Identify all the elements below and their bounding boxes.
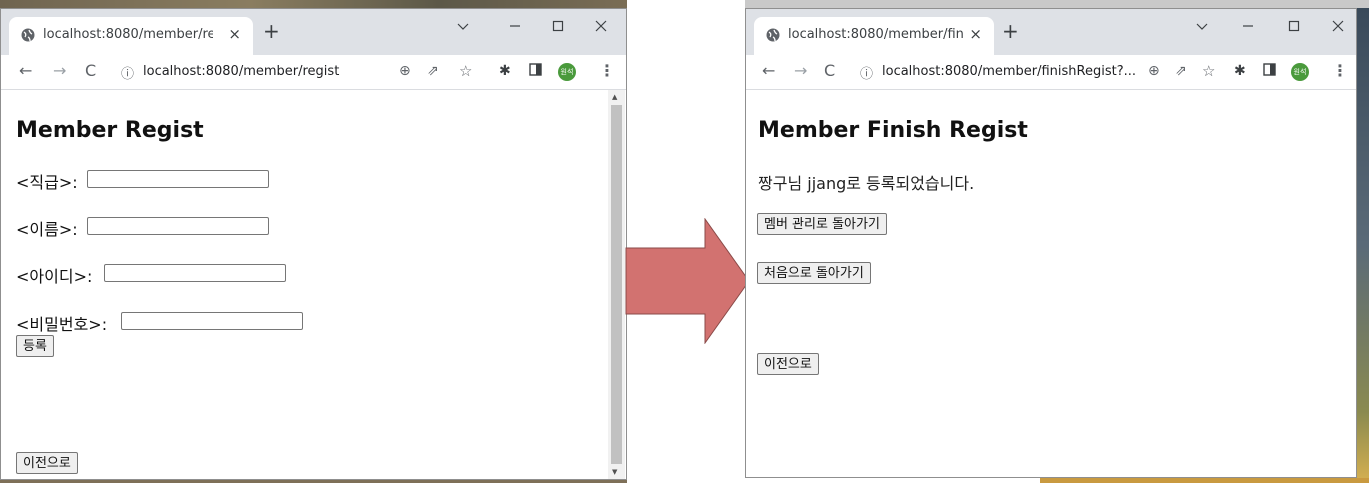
browser-window-regist: localhost:8080/member/regist × + ← → C ⓘ… — [0, 8, 627, 480]
plus-icon[interactable]: + — [263, 21, 280, 41]
tab-strip: localhost:8080/member/regist × + — [1, 9, 626, 55]
rank-label: <직급>: — [16, 173, 78, 192]
back-button[interactable]: 이전으로 — [757, 353, 819, 375]
scroll-thumb[interactable] — [611, 105, 622, 464]
tab-title: localhost:8080/member/regist — [43, 27, 213, 42]
minimize-icon[interactable] — [1242, 17, 1254, 36]
reload-icon[interactable]: C — [85, 62, 96, 80]
side-panel-icon[interactable] — [1263, 62, 1276, 80]
reload-icon[interactable]: C — [824, 62, 835, 80]
globe-icon — [766, 28, 780, 42]
share-icon[interactable]: ⇗ — [427, 62, 439, 80]
side-panel-icon[interactable] — [529, 62, 542, 80]
globe-icon — [21, 28, 35, 42]
close-icon[interactable] — [595, 17, 607, 36]
vertical-scrollbar[interactable]: ▲ ▼ — [608, 90, 625, 479]
info-icon[interactable]: ⓘ — [860, 63, 873, 82]
back-arrow-icon[interactable]: ← — [19, 62, 32, 80]
chevron-down-icon[interactable] — [457, 17, 469, 36]
registration-message: 짱구님 jjang로 등록되었습니다. — [758, 174, 975, 193]
url-text: localhost:8080/member/finishRegist?... — [882, 64, 1137, 79]
page-content: Member Regist <직급>: <이름>: <아이디>: <비밀번호>:… — [1, 90, 626, 479]
id-input[interactable] — [104, 264, 286, 282]
chevron-down-icon[interactable] — [1196, 17, 1208, 36]
forward-arrow-icon[interactable]: → — [794, 62, 807, 80]
info-icon[interactable]: ⓘ — [121, 63, 134, 82]
share-icon[interactable]: ⇗ — [1175, 62, 1187, 80]
menu-icon[interactable]: ⋮ — [1332, 62, 1348, 80]
browser-window-finish-regist: localhost:8080/member/finishRe × + ← → C… — [745, 8, 1357, 478]
maximize-icon[interactable] — [552, 17, 564, 36]
minimize-icon[interactable] — [509, 17, 521, 36]
name-input[interactable] — [87, 217, 269, 235]
browser-tab[interactable]: localhost:8080/member/finishRe × — [754, 17, 994, 55]
browser-toolbar: ← → C ⓘ localhost:8080/member/regist ⊕ ⇗… — [1, 55, 626, 90]
plus-icon[interactable]: + — [1002, 21, 1019, 41]
browser-tab[interactable]: localhost:8080/member/regist × — [9, 17, 253, 55]
password-label: <비밀번호>: — [16, 315, 108, 334]
browser-toolbar: ← → C ⓘ localhost:8080/member/finishRegi… — [746, 55, 1356, 90]
maximize-icon[interactable] — [1288, 17, 1300, 36]
desktop-background — [1357, 8, 1369, 483]
scroll-down-icon[interactable]: ▼ — [612, 468, 617, 476]
zoom-icon[interactable]: ⊕ — [1148, 62, 1160, 80]
close-icon[interactable]: × — [969, 25, 982, 43]
address-bar[interactable]: ⓘ localhost:8080/member/finishRegist?... — [850, 59, 1140, 85]
id-label: <아이디>: — [16, 267, 93, 286]
page-title: Member Finish Regist — [758, 118, 1028, 143]
url-text: localhost:8080/member/regist — [143, 64, 340, 79]
desktop-background — [1040, 478, 1369, 483]
zoom-icon[interactable]: ⊕ — [399, 62, 411, 80]
back-to-home-button[interactable]: 처음으로 돌아가기 — [757, 262, 871, 284]
avatar[interactable]: 원석 — [558, 63, 576, 81]
extensions-icon[interactable]: ✱ — [1234, 62, 1246, 80]
avatar[interactable]: 원석 — [1291, 63, 1309, 81]
scroll-up-icon[interactable]: ▲ — [612, 93, 617, 101]
page-content: Member Finish Regist 짱구님 jjang로 등록되었습니다.… — [746, 90, 1356, 477]
close-icon[interactable]: × — [228, 25, 241, 43]
star-icon[interactable]: ☆ — [1202, 62, 1215, 80]
tab-title: localhost:8080/member/finishRe — [788, 27, 963, 42]
page-title: Member Regist — [16, 118, 204, 143]
name-label: <이름>: — [16, 220, 78, 239]
tab-strip: localhost:8080/member/finishRe × + — [746, 9, 1356, 55]
menu-icon[interactable]: ⋮ — [599, 62, 615, 80]
register-button[interactable]: 등록 — [16, 335, 54, 357]
password-input[interactable] — [121, 312, 303, 330]
address-bar[interactable]: ⓘ localhost:8080/member/regist — [111, 59, 381, 85]
star-icon[interactable]: ☆ — [459, 62, 472, 80]
back-to-member-management-button[interactable]: 멤버 관리로 돌아가기 — [757, 213, 887, 235]
extensions-icon[interactable]: ✱ — [499, 62, 511, 80]
back-arrow-icon[interactable]: ← — [762, 62, 775, 80]
right-arrow-icon — [625, 218, 750, 344]
close-icon[interactable] — [1332, 17, 1344, 36]
rank-input[interactable] — [87, 170, 269, 188]
back-button[interactable]: 이전으로 — [16, 452, 78, 474]
forward-arrow-icon[interactable]: → — [53, 62, 66, 80]
desktop-background — [745, 0, 1369, 8]
